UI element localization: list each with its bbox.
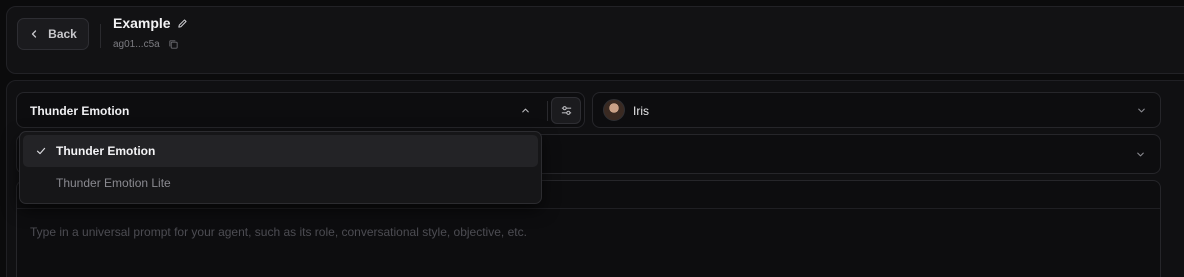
voice-avatar — [603, 99, 625, 121]
back-button[interactable]: Back — [17, 18, 89, 50]
check-icon — [36, 147, 46, 155]
prompt-input[interactable] — [30, 225, 1140, 277]
model-dropdown-menu: Thunder Emotion Thunder Emotion Lite — [19, 131, 542, 204]
model-settings-button[interactable] — [551, 97, 581, 124]
pencil-icon[interactable] — [177, 18, 188, 29]
chevron-up-icon[interactable] — [520, 105, 531, 116]
header-divider — [100, 24, 101, 48]
model-select[interactable]: Thunder Emotion — [16, 92, 585, 128]
dropdown-option-thunder-emotion[interactable]: Thunder Emotion — [23, 135, 538, 167]
model-select-divider — [547, 101, 548, 121]
sliders-icon — [561, 106, 571, 115]
chevron-down-icon[interactable] — [1136, 105, 1147, 116]
prompt-toolbar-divider — [17, 208, 1160, 209]
chevron-left-icon — [32, 30, 37, 38]
page-title: Example — [113, 15, 171, 31]
copy-icon[interactable] — [168, 39, 179, 50]
model-select-value: Thunder Emotion — [30, 104, 130, 118]
voice-select-value: Iris — [633, 104, 649, 118]
dropdown-option-thunder-emotion-lite[interactable]: Thunder Emotion Lite — [23, 167, 538, 199]
agent-id-row: ag01...c5a — [113, 39, 179, 50]
dropdown-option-label: Thunder Emotion Lite — [56, 176, 171, 190]
voice-select[interactable]: Iris — [592, 92, 1161, 128]
chevron-down-icon[interactable] — [1135, 149, 1146, 160]
back-label: Back — [48, 27, 77, 41]
agent-id: ag01...c5a — [113, 39, 160, 50]
agent-title: Example — [113, 15, 188, 31]
dropdown-option-label: Thunder Emotion — [56, 144, 156, 158]
